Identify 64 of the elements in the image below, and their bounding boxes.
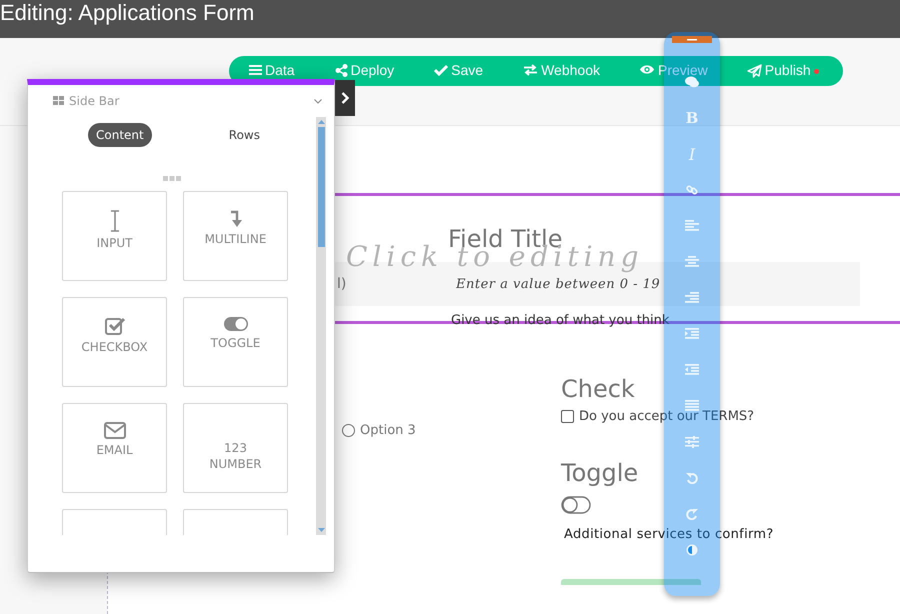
sliders-icon [685, 436, 699, 448]
swap-arrows-icon [523, 64, 538, 76]
align-left-icon [685, 220, 699, 232]
checkbox[interactable] [561, 410, 574, 423]
down-arrow-icon [230, 210, 242, 228]
scroll-up-icon [318, 120, 324, 124]
scroll-down-icon [318, 528, 324, 532]
data-button[interactable]: Data [249, 56, 295, 86]
comments-icon [685, 76, 699, 88]
webhook-button[interactable]: Webhook [523, 56, 600, 86]
envelope-icon [104, 422, 126, 439]
check-icon [434, 64, 448, 76]
element-card[interactable]: TOGGLE [183, 297, 288, 387]
minus-icon [687, 38, 697, 40]
share-icon [334, 64, 348, 77]
element-card[interactable]: INPUT [62, 191, 167, 281]
grid-icon [53, 96, 65, 106]
toggle-title: Toggle [561, 458, 638, 488]
drag-handle-icon [163, 176, 181, 182]
contrast-icon [686, 544, 698, 556]
element-label: INPUT [96, 236, 132, 250]
scroll-thumb[interactable] [318, 127, 324, 247]
element-label: EMAIL [96, 443, 133, 457]
undo-icon [686, 472, 698, 484]
radio-label: Option 3 [360, 423, 416, 438]
element-label: MULTILINE [204, 232, 266, 246]
eye-icon [639, 64, 655, 75]
toggle-label: Additional services to confirm? [564, 527, 774, 542]
element-card[interactable]: EMAIL [62, 403, 167, 493]
toggle-icon [222, 316, 248, 332]
check-title: Check [561, 374, 635, 404]
paper-plane-icon [746, 64, 762, 78]
align-center-icon [685, 256, 699, 268]
toggle-switch[interactable] [561, 496, 591, 514]
scrollbar[interactable] [316, 117, 326, 535]
outdent-icon [685, 364, 699, 376]
indent-icon [685, 328, 699, 340]
text-cursor-icon [108, 210, 120, 232]
element-card[interactable] [183, 509, 288, 535]
element-label: NUMBER [209, 457, 262, 471]
element-card[interactable]: CHECKBOX [62, 297, 167, 387]
panel-title: Side Bar [69, 94, 120, 108]
chevron-right-icon [341, 92, 349, 104]
window-title: Editing: Applications Form [0, 0, 254, 26]
element-card[interactable]: MULTILINE [183, 191, 288, 281]
panel-tab[interactable]: Content [88, 123, 152, 147]
redo-icon [686, 508, 698, 520]
checkbox-icon [104, 316, 124, 336]
collapse-tab[interactable] [335, 80, 355, 116]
element-card[interactable]: 123 NUMBER [183, 403, 288, 493]
save-button[interactable]: Save [434, 56, 484, 86]
link-icon [686, 184, 698, 196]
element-label: TOGGLE [210, 336, 260, 350]
chevron-down-icon [314, 98, 322, 104]
list-icon [249, 64, 262, 76]
align-right-icon [685, 292, 699, 304]
drag-grip[interactable] [672, 36, 712, 43]
number-sample: 123 [224, 441, 247, 455]
element-card[interactable] [62, 509, 167, 535]
radio-button[interactable] [342, 424, 355, 437]
panel-tab[interactable]: Rows [220, 123, 268, 147]
element-label: CHECKBOX [81, 340, 148, 354]
justify-icon [685, 400, 699, 412]
publish-button[interactable]: Publish [746, 56, 811, 86]
